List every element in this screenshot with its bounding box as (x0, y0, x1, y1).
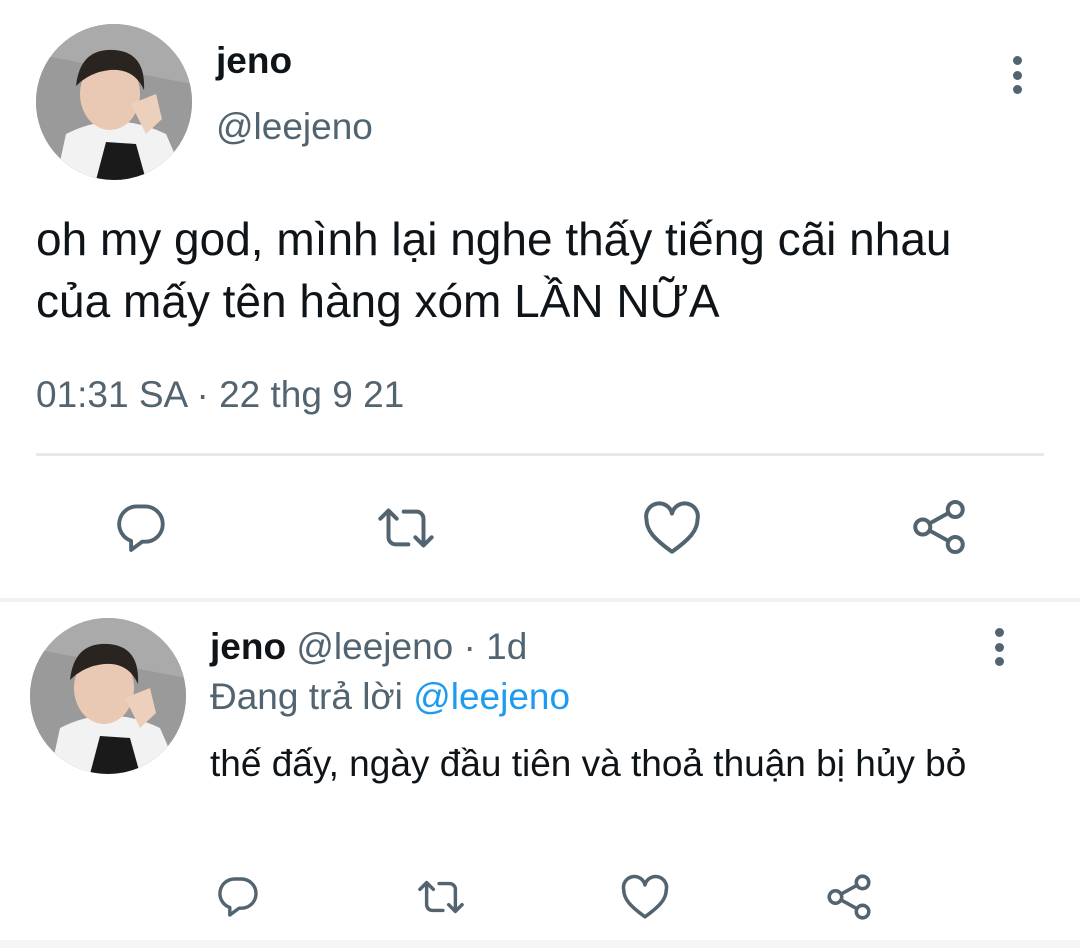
bottom-divider (0, 940, 1080, 948)
share-icon[interactable] (909, 497, 969, 557)
retweet-icon[interactable] (373, 500, 439, 556)
reply-comment-icon[interactable] (214, 872, 262, 920)
author-handle[interactable]: @leejeno (216, 106, 373, 148)
tweet-time: 01:31 SA (36, 374, 187, 415)
avatar[interactable] (36, 24, 192, 180)
like-icon[interactable] (642, 500, 702, 556)
replying-to: Đang trả lời @leejeno (210, 676, 570, 718)
tweet-date: 22 thg 9 21 (219, 374, 405, 415)
reply-like-icon[interactable] (620, 874, 670, 920)
reply-more-options-icon[interactable] (987, 628, 1011, 666)
reply-author-handle[interactable]: @leejeno (296, 626, 453, 667)
divider (36, 453, 1044, 456)
reply-avatar[interactable] (30, 618, 186, 774)
more-options-icon[interactable] (1005, 56, 1029, 94)
meta-separator: · (196, 374, 209, 415)
reply-share-icon[interactable] (824, 872, 874, 922)
replying-prefix: Đang trả lời (210, 676, 403, 717)
reply-header: jeno @leejeno · 1d (210, 626, 527, 668)
author-name[interactable]: jeno (216, 40, 292, 82)
reply-text: thế đấy, ngày đầu tiên và thoả thuận bị … (210, 743, 967, 784)
tweet-text: oh my god, mình lại nghe thấy tiếng cãi … (36, 213, 952, 327)
reply-age[interactable]: 1d (486, 626, 527, 667)
tweet-thread: jeno @leejeno oh my god, mình lại nghe t… (0, 0, 1080, 948)
reply-separator: · (463, 626, 476, 667)
replying-mention-link[interactable]: @leejeno (413, 676, 570, 717)
tweet-separator (0, 598, 1080, 602)
comment-icon[interactable] (112, 498, 170, 556)
reply-author-name[interactable]: jeno (210, 626, 286, 667)
reply-retweet-icon[interactable] (413, 874, 469, 920)
tweet-timestamp: 01:31 SA · 22 thg 9 21 (36, 374, 404, 416)
